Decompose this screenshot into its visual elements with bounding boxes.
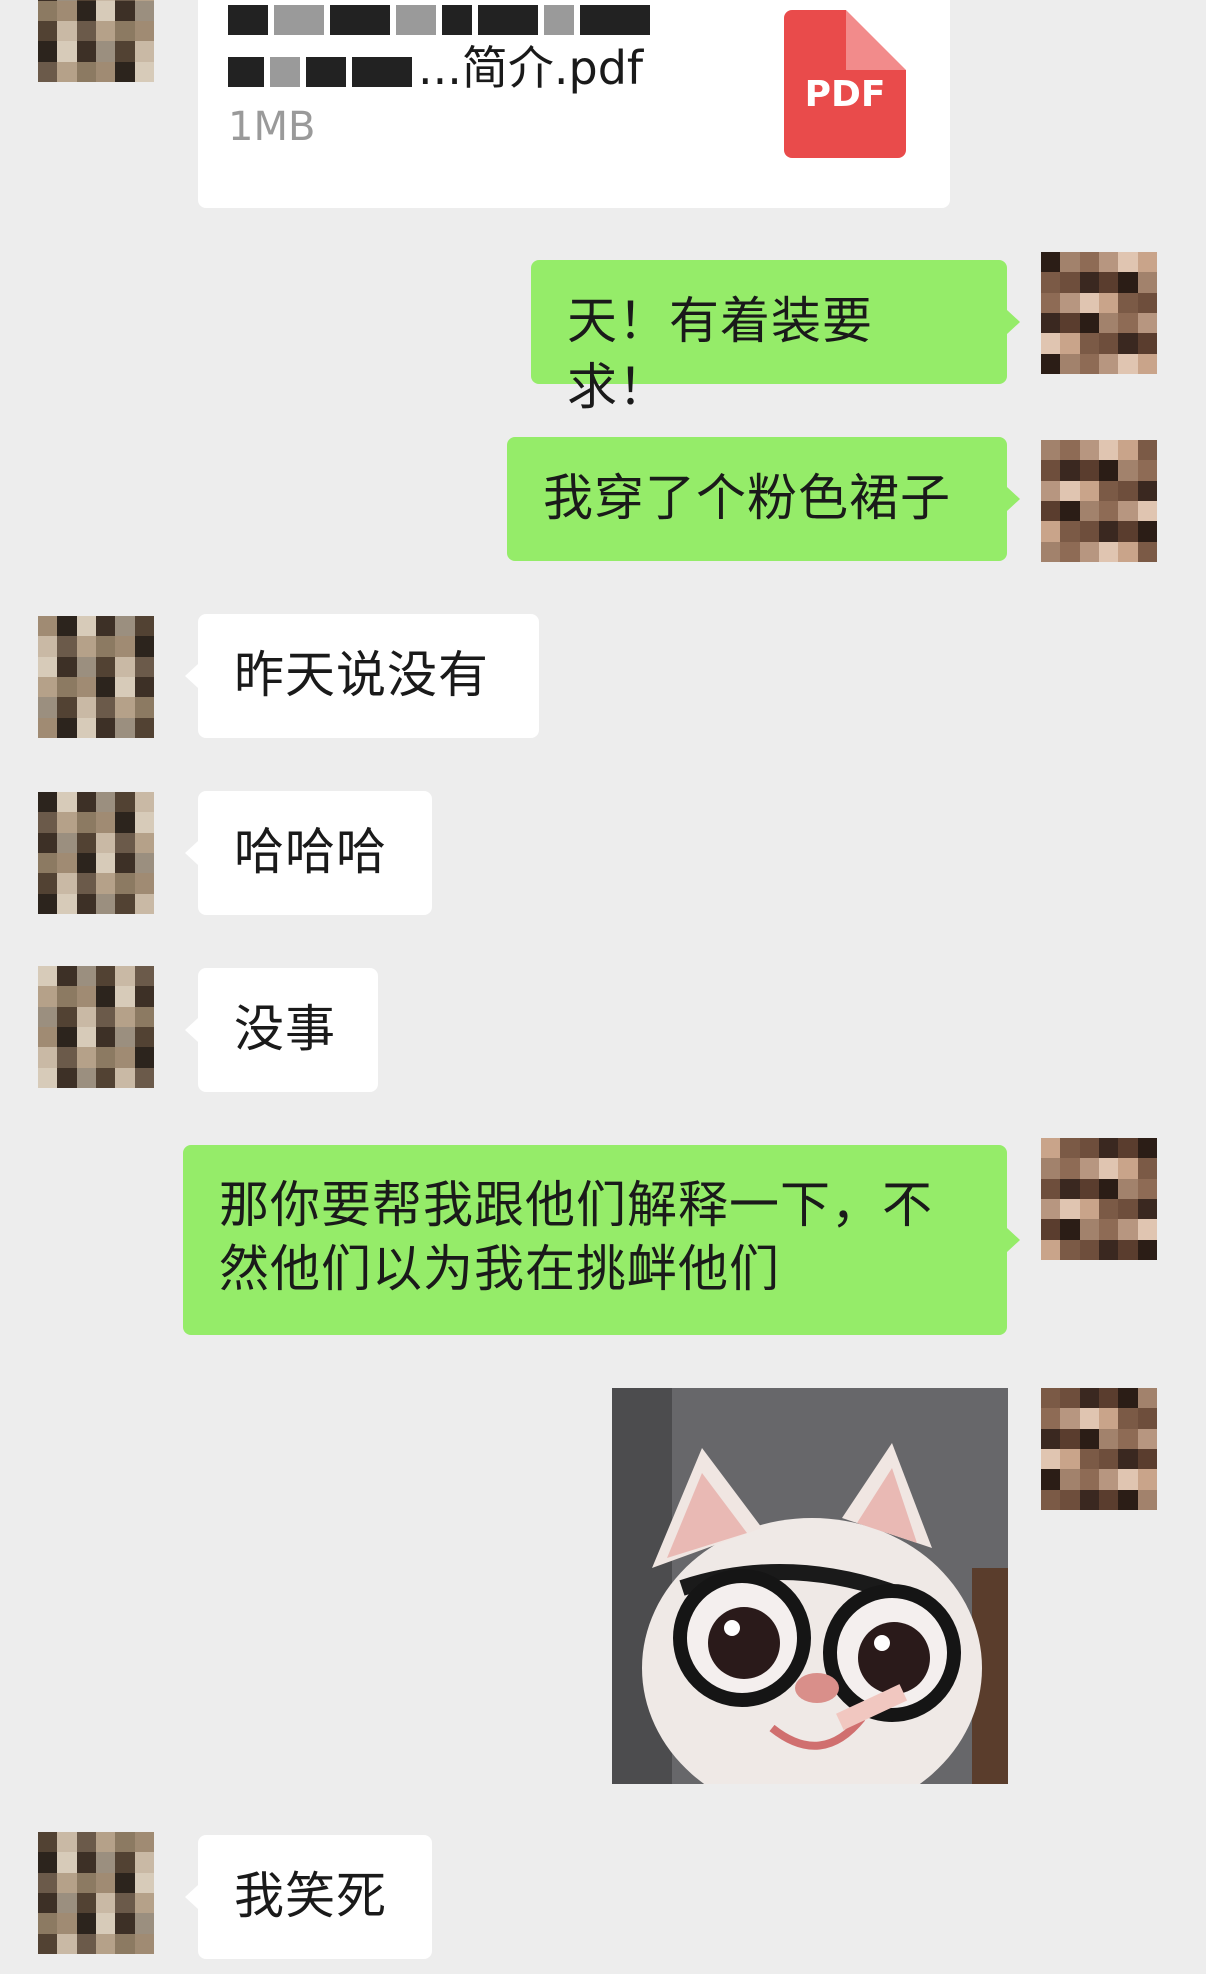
dog-with-glasses-sticker[interactable] [612,1388,1008,1784]
message-text: 昨天说没有 [234,646,489,704]
message-text: 哈哈哈 [234,823,387,881]
sent-message-bubble[interactable]: 我穿了个粉色裙子 [507,437,1020,561]
pdf-file-message[interactable]: ...简介.pdf 1MB PDF [198,0,950,208]
file-name: ...简介.pdf [228,32,643,98]
sent-message-bubble[interactable]: 天！有着装要求！ [531,260,1020,416]
pdf-file-icon: PDF [784,10,906,158]
message-text: 那你要帮我跟他们解释一下，不然他们以为我在挑衅他们 [219,1176,933,1298]
message-text: 没事 [234,1000,336,1058]
received-message-bubble[interactable]: 昨天说没有 [185,614,539,738]
my-avatar[interactable] [1041,440,1157,562]
contact-avatar[interactable] [38,966,154,1088]
message-text: 天！有着装要求！ [567,292,873,416]
message-text: 我穿了个粉色裙子 [543,469,951,527]
file-size: 1MB [228,104,316,150]
sent-message-bubble[interactable]: 那你要帮我跟他们解释一下，不然他们以为我在挑衅他们 [183,1145,1020,1335]
pdf-icon-label: PDF [804,73,886,115]
message-text: 我笑死 [234,1867,387,1925]
contact-avatar[interactable] [38,792,154,914]
received-message-bubble[interactable]: 哈哈哈 [185,791,432,915]
my-avatar[interactable] [1041,1138,1157,1260]
contact-avatar[interactable] [38,1832,154,1954]
contact-avatar[interactable] [38,616,154,738]
my-avatar[interactable] [1041,252,1157,374]
received-message-bubble[interactable]: 我笑死 [185,1835,432,1959]
contact-avatar[interactable] [38,0,154,82]
file-name-text: ...简介.pdf [418,41,644,95]
chat-screen: { "file_message": { "name_line1": "", "n… [0,0,1206,1974]
received-message-bubble[interactable]: 没事 [185,968,378,1092]
my-avatar[interactable] [1041,1388,1157,1510]
sticker-image [612,1388,1008,1784]
